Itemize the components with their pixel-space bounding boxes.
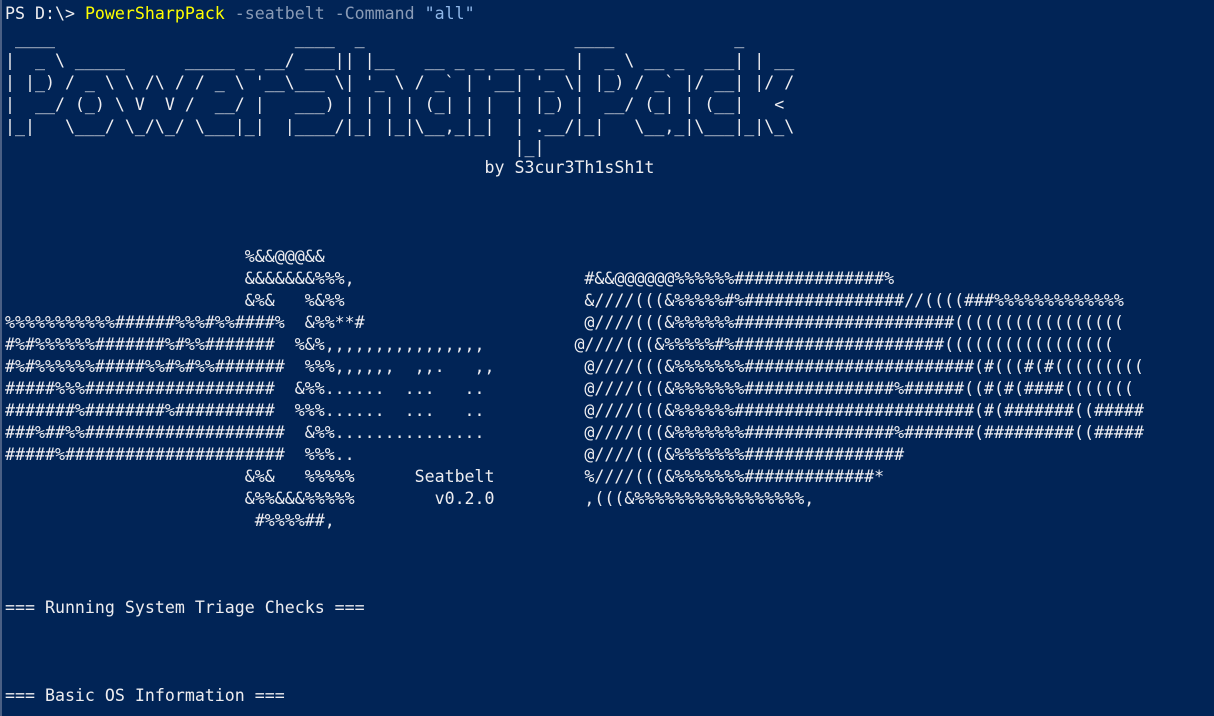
seatbelt-art-line: #%%%%##, xyxy=(5,511,335,530)
seatbelt-art-line: #####%%%################### &%%...... ..… xyxy=(5,379,1134,398)
scrollbar[interactable] xyxy=(0,0,2,716)
banner-line: |_| xyxy=(5,138,545,157)
seatbelt-art-line: &%%&&&%%%%% v0.2.0 ,(((&%%%%%%%%%%%%%%%%… xyxy=(5,489,815,508)
seatbelt-art-line: &&&&&&&%%%, #&&@@@@@@%%%%%%#############… xyxy=(5,269,895,288)
prompt-argument: "all" xyxy=(424,4,475,23)
banner-line: |_| \___/ \_/\_/ \___|_| |____/|_| |_|\_… xyxy=(5,117,795,136)
seatbelt-art-line: &%& %&%% &////(((&%%%%%#%###############… xyxy=(5,291,1124,310)
powershell-terminal[interactable]: PS D:\> PowerSharpPack -seatbelt -Comman… xyxy=(0,0,1214,716)
banner-line: | _ \ _____ _____ _ __/ ___|| |__ __ _ _… xyxy=(5,51,795,70)
banner-line: ____ ____ _ ____ _ xyxy=(5,29,745,48)
prompt-line: PS D:\> PowerSharpPack -seatbelt -Comman… xyxy=(5,3,475,25)
section-header: === Running System Triage Checks === xyxy=(5,598,365,617)
seatbelt-art-line: %&&@@@&& xyxy=(5,247,325,266)
seatbelt-art-line: ###%##%%#################### &%%........… xyxy=(5,423,1144,442)
seatbelt-art-line: #######%########%########## %%%...... ..… xyxy=(5,401,1144,420)
seatbelt-art-line: &%& %%%%% Seatbelt %////(((&%%%%%%%#####… xyxy=(5,467,885,486)
banner-author: by S3cur3Th1sSh1t xyxy=(5,158,655,177)
seatbelt-art-line: %%%%%%%%%%%######%%%#%%####% &%%**# @///… xyxy=(5,313,1124,332)
prompt-command: PowerSharpPack xyxy=(84,4,225,23)
seatbelt-art-line: #%#%%%%%%#####%%#%#%%####### %%%,,,,,, ,… xyxy=(5,357,1144,376)
banner-line: | |_) / _ \ \ /\ / / _ \ '__\___ \| '_ \… xyxy=(5,73,795,92)
seatbelt-art-line: #####%###################### %%%.. @////… xyxy=(5,445,905,464)
section-header: === Basic OS Information === xyxy=(5,686,285,705)
prompt-path: PS D:\> xyxy=(5,4,85,23)
seatbelt-art-line: #%#%%%%%%#######%#%%####### %&%,,,,,,,,,… xyxy=(5,335,1114,354)
prompt-parameters: -seatbelt -Command xyxy=(224,4,425,23)
banner-line: | __/ (_) \ V V / __/ | ___) | | | | (_|… xyxy=(5,95,785,114)
